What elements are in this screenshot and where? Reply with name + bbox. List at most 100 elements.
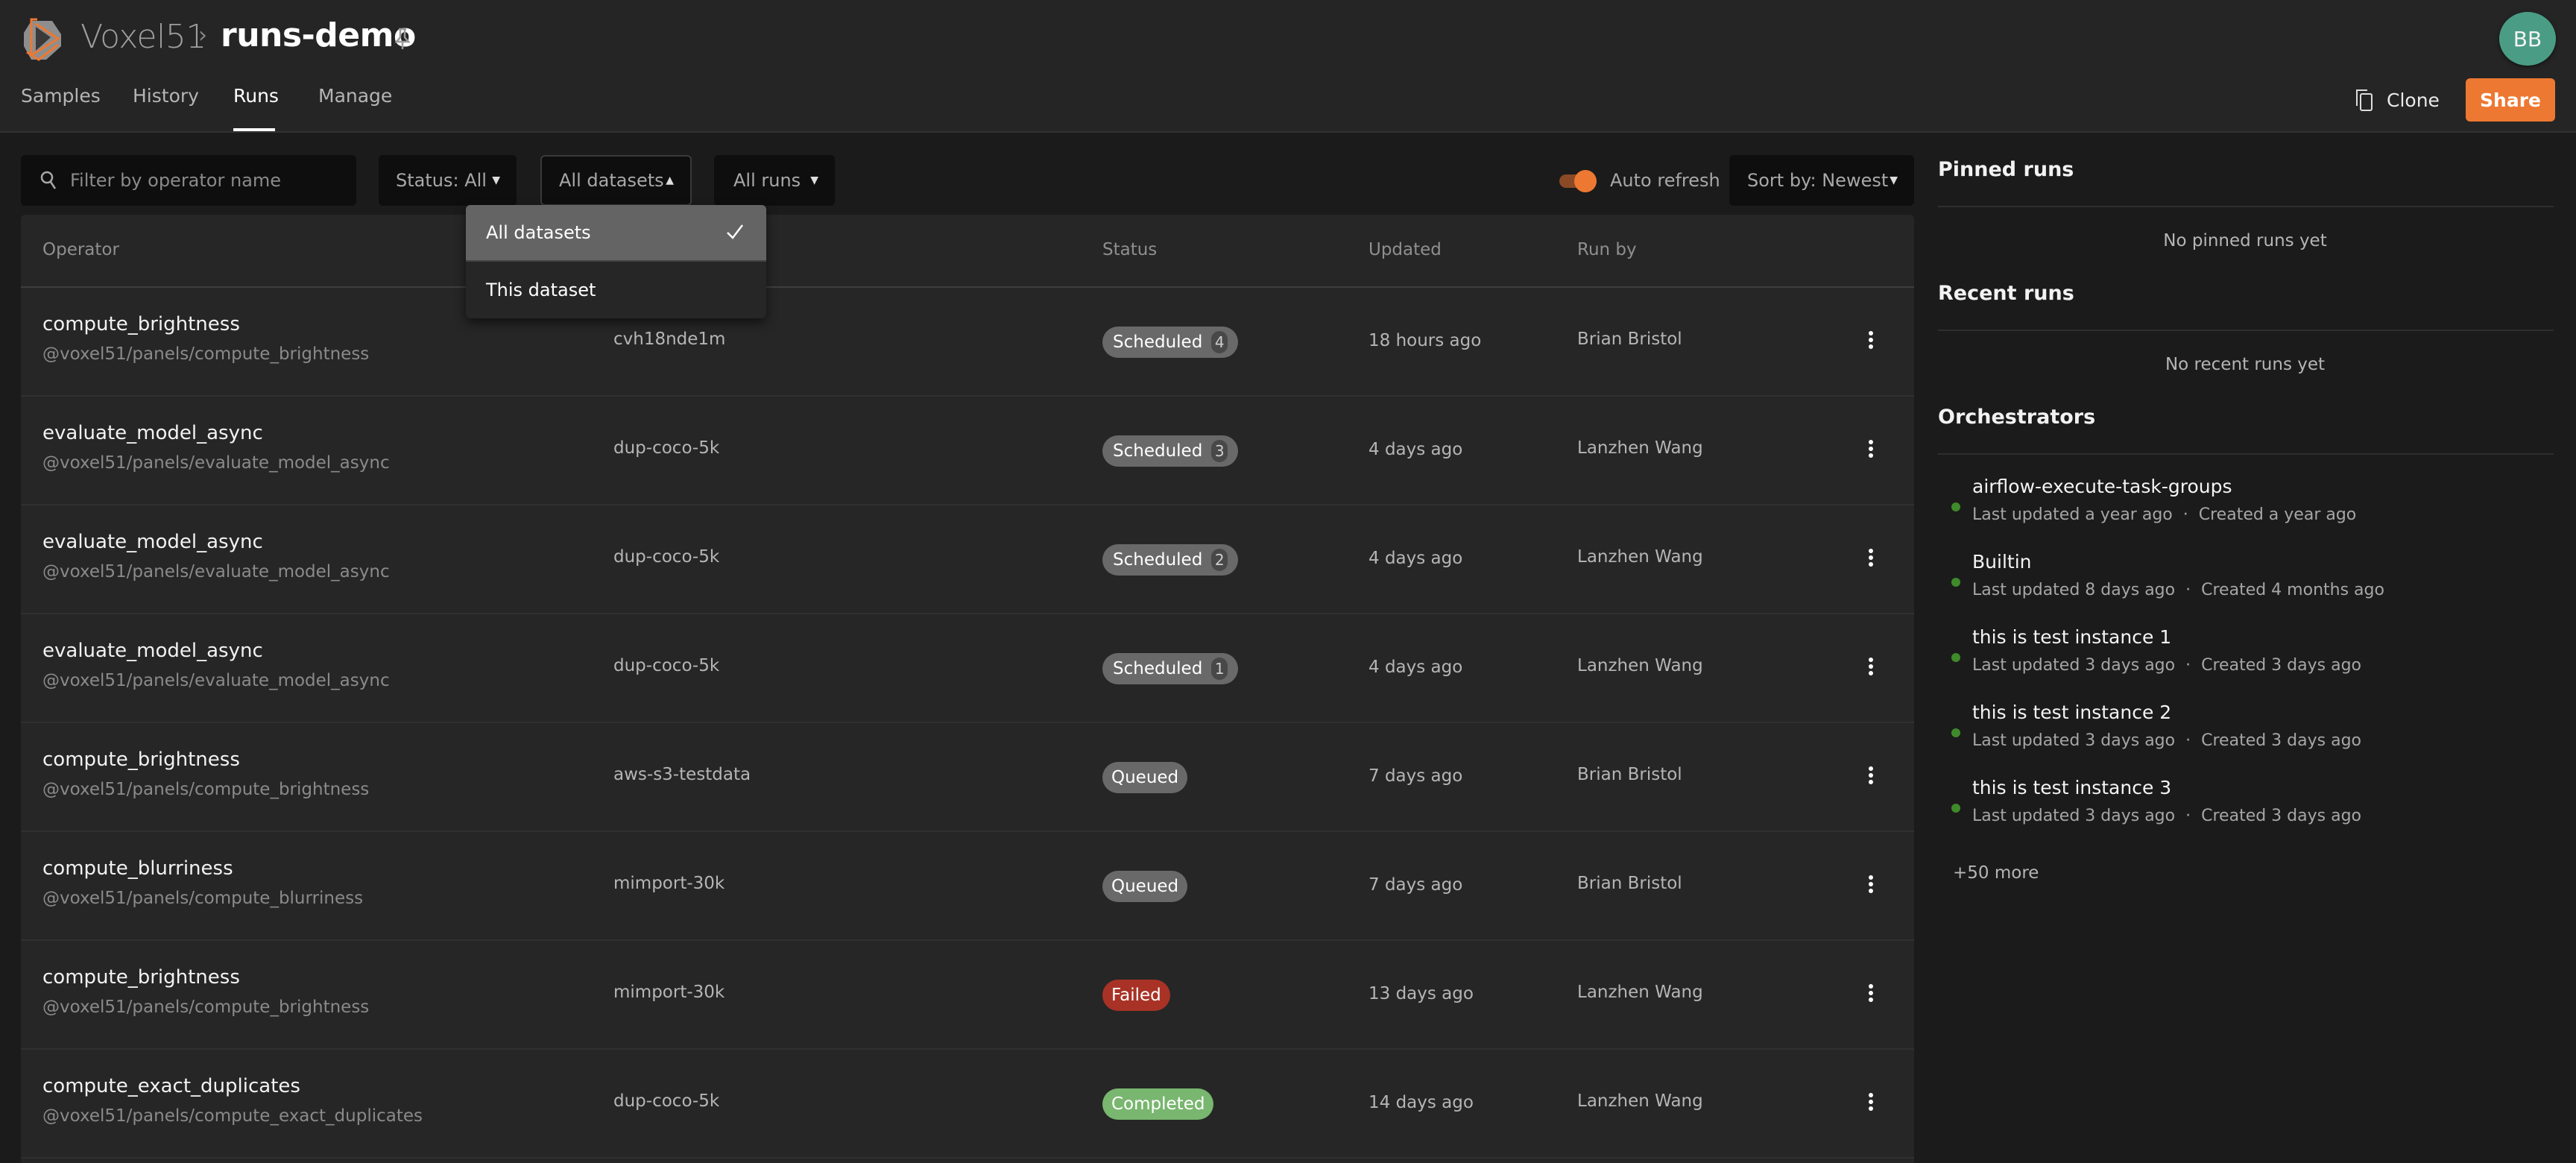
top-header: Voxel51 › runs-demo Samples History Runs… <box>0 0 2576 133</box>
more-orchestrators-link[interactable]: +50 more <box>1953 863 2039 883</box>
run-by: Lanzhen Wang <box>1577 438 1703 458</box>
table-row[interactable]: evaluate_model_async @voxel51/panels/eval… <box>21 614 1914 723</box>
table-row[interactable]: compute_exact_duplicates @voxel51/panels/… <box>21 1050 1914 1159</box>
menu-option-this-dataset[interactable]: This dataset <box>466 262 766 318</box>
tab-samples[interactable]: Samples <box>21 85 101 107</box>
dataset-name[interactable]: mimport-30k <box>613 983 724 1002</box>
dataset-filter-label: All datasets <box>559 170 664 191</box>
table-row[interactable]: compute_brightness @voxel51/panels/comput… <box>21 941 1914 1050</box>
operator-uri: @voxel51/panels/evaluate_model_async <box>42 671 390 690</box>
column-header-run-by[interactable]: Run by <box>1577 240 1637 259</box>
status-badge: Queued <box>1102 762 1188 793</box>
status-filter-select[interactable]: Status: All ▼ <box>379 155 517 206</box>
run-by: Brian Bristol <box>1577 874 1682 893</box>
recent-runs-title: Recent runs <box>1938 282 2074 305</box>
sort-select[interactable]: Sort by: Newest ▼ <box>1729 155 1914 206</box>
toggle-switch[interactable] <box>1558 169 1600 192</box>
run-by: Lanzhen Wang <box>1577 656 1703 675</box>
operator-search-input[interactable]: Filter by operator name <box>21 155 356 206</box>
runs-filter-select[interactable]: All runs ▼ <box>714 155 835 206</box>
status-dot-icon <box>1951 502 1960 511</box>
orchestrator-item[interactable]: this is test instance 1 Last updated 3 da… <box>1936 623 2554 695</box>
dataset-name[interactable]: mimport-30k <box>613 874 724 893</box>
table-row[interactable]: evaluate_model_async @voxel51/panels/eval… <box>21 505 1914 614</box>
voxel51-logo-icon[interactable] <box>21 16 64 63</box>
orchestrator-meta: Last updated 3 days ago · Created 3 days a… <box>1972 807 2361 825</box>
more-options-icon[interactable] <box>1864 1088 1878 1115</box>
pinned-runs-title: Pinned runs <box>1938 158 2074 181</box>
orchestrator-meta: Last updated 3 days ago · Created 3 days a… <box>1972 656 2361 675</box>
table-row[interactable]: evaluate_model_async @voxel51/panels/eval… <box>21 397 1914 505</box>
last-updated: Last updated 3 days ago <box>1972 656 2176 675</box>
menu-option-all-datasets[interactable]: All datasets <box>466 205 766 262</box>
dataset-name[interactable]: cvh18nde1m <box>613 330 725 349</box>
pin-icon[interactable] <box>394 27 411 51</box>
status-count: 1 <box>1211 658 1228 680</box>
orchestrator-item[interactable]: this is test instance 2 Last updated 3 da… <box>1936 699 2554 770</box>
table-row[interactable]: compute_blurriness @voxel51/panels/comput… <box>21 832 1914 941</box>
column-header-status[interactable]: Status <box>1102 240 1157 259</box>
status-dot-icon <box>1951 728 1960 737</box>
more-options-icon[interactable] <box>1864 980 1878 1006</box>
user-avatar[interactable]: BB <box>2499 12 2556 66</box>
operator-name: evaluate_model_async <box>42 422 263 444</box>
status-badge: Scheduled 3 <box>1102 435 1239 467</box>
dataset-name[interactable]: aws-s3-testdata <box>613 765 751 784</box>
more-options-icon[interactable] <box>1864 871 1878 898</box>
table-row[interactable]: compute_brightness @voxel51/panels/comput… <box>21 723 1914 832</box>
created: Created 3 days ago <box>2201 731 2362 750</box>
orchestrator-name: airflow-execute-task-groups <box>1972 476 2232 497</box>
run-by: Lanzhen Wang <box>1577 547 1703 567</box>
orchestrator-item[interactable]: this is test instance 3 Last updated 3 da… <box>1936 774 2554 845</box>
status-filter-label: Status: All <box>396 170 487 191</box>
share-button[interactable]: Share <box>2466 78 2555 122</box>
option-label: All datasets <box>486 222 591 243</box>
more-options-icon[interactable] <box>1864 327 1878 353</box>
updated-time: 4 days ago <box>1368 549 1463 568</box>
dataset-name[interactable]: dup-coco-5k <box>613 656 719 675</box>
status-badge: Failed <box>1102 980 1170 1011</box>
dataset-filter-select[interactable]: All datasets ▲ <box>540 155 692 206</box>
more-options-icon[interactable] <box>1864 762 1878 789</box>
updated-time: 7 days ago <box>1368 875 1463 895</box>
status-label: Queued <box>1111 768 1179 787</box>
status-count: 3 <box>1211 440 1228 462</box>
search-placeholder: Filter by operator name <box>70 170 282 191</box>
created: Created 3 days ago <box>2201 656 2362 675</box>
more-options-icon[interactable] <box>1864 435 1878 462</box>
operator-uri: @voxel51/panels/evaluate_model_async <box>42 453 390 473</box>
tab-history[interactable]: History <box>133 85 199 107</box>
clone-button[interactable]: Clone <box>2355 83 2440 116</box>
orchestrator-name: this is test instance 1 <box>1972 626 2172 648</box>
column-header-operator[interactable]: Operator <box>42 240 119 259</box>
status-label: Scheduled <box>1113 550 1203 570</box>
table-row[interactable]: compute_brightness @voxel51/panels/comput… <box>21 288 1914 397</box>
auto-refresh-toggle[interactable]: Auto refresh <box>1558 167 1720 194</box>
dataset-name[interactable]: dup-coco-5k <box>613 438 719 458</box>
more-options-icon[interactable] <box>1864 544 1878 571</box>
status-badge: Scheduled 2 <box>1102 544 1239 576</box>
orchestrator-name: this is test instance 3 <box>1972 777 2172 798</box>
meta-separator: · <box>2185 581 2191 599</box>
orchestrator-name: this is test instance 2 <box>1972 702 2172 723</box>
operator-uri: @voxel51/panels/compute_brightness <box>42 997 370 1017</box>
dataset-name[interactable]: dup-coco-5k <box>613 1091 719 1111</box>
updated-time: 7 days ago <box>1368 766 1463 786</box>
updated-time: 13 days ago <box>1368 984 1474 1003</box>
dataset-name[interactable]: dup-coco-5k <box>613 547 719 567</box>
created: Created a year ago <box>2198 505 2357 524</box>
brand-name[interactable]: Voxel51 <box>80 18 206 56</box>
orchestrator-item[interactable]: Builtin Last updated 8 days ago · Created 4… <box>1936 548 2554 620</box>
clone-label: Clone <box>2387 89 2440 111</box>
status-dot-icon <box>1951 578 1960 587</box>
sort-label: Sort by: Newest <box>1747 170 1889 191</box>
tab-manage[interactable]: Manage <box>318 85 392 107</box>
operator-name: compute_blurriness <box>42 857 233 880</box>
more-options-icon[interactable] <box>1864 653 1878 680</box>
tab-runs[interactable]: Runs <box>233 85 279 107</box>
operator-uri: @voxel51/panels/compute_brightness <box>42 780 370 799</box>
meta-separator: · <box>2185 731 2191 750</box>
column-header-updated[interactable]: Updated <box>1368 240 1442 259</box>
status-badge: Scheduled 1 <box>1102 653 1239 684</box>
orchestrator-item[interactable]: airflow-execute-task-groups Last updated … <box>1936 473 2554 544</box>
